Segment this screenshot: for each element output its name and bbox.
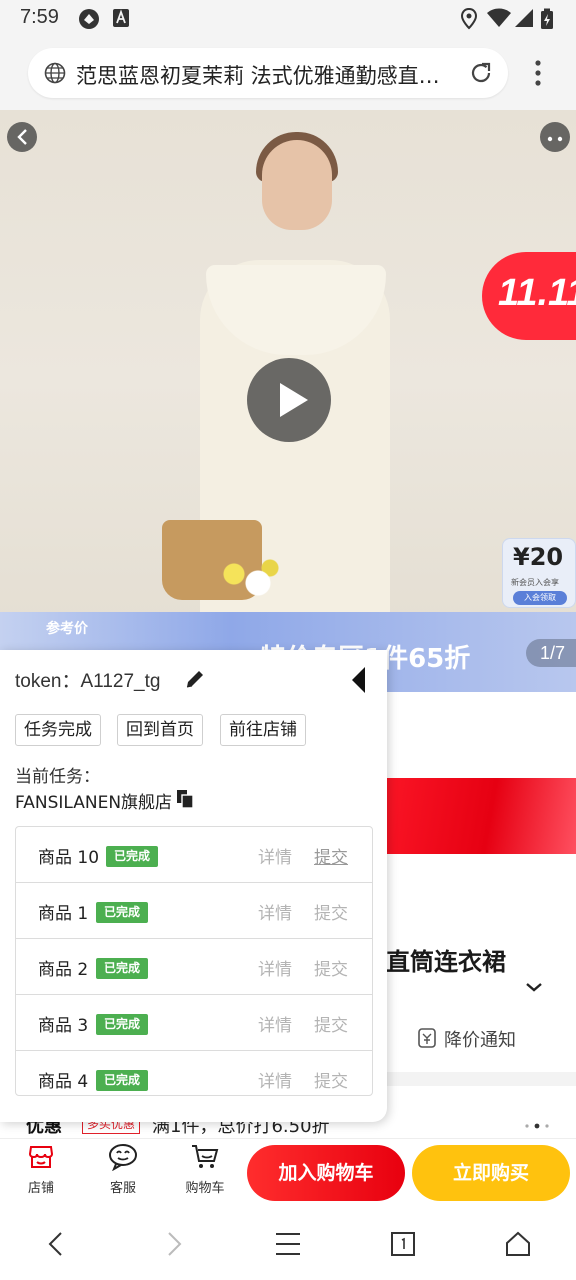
token-row: token：A1127_tg [15, 666, 160, 693]
location-icon [460, 8, 478, 30]
coupon-amount: ¥20 [513, 543, 564, 571]
nav-menu-icon[interactable] [274, 1230, 302, 1258]
edit-pencil-icon[interactable] [184, 668, 206, 690]
detail-link[interactable]: 详情 [258, 955, 292, 980]
detail-link[interactable]: 详情 [258, 843, 292, 868]
model-face [262, 140, 332, 230]
current-task-value: FANSILANEN旗舰店 [15, 793, 173, 813]
coupon-join-button[interactable]: 入会领取 [513, 591, 567, 605]
promo-banner[interactable] [360, 778, 576, 854]
status-badge: 已完成 [96, 958, 149, 979]
token-value: A1127_tg [80, 671, 161, 692]
detail-link[interactable]: 详情 [258, 1067, 292, 1092]
current-task-label: 当前任务： [15, 767, 100, 787]
shop-tab[interactable]: 店铺 [11, 1143, 71, 1196]
cart-label: 购物车 [185, 1181, 225, 1196]
purchase-action-bar: 店铺 客服 购物车 加入购物车 立即购买 [0, 1138, 576, 1208]
product-media[interactable]: 11.11 ¥20 新会员入会享 入会领取 [0, 110, 576, 650]
app-logo-icon [79, 9, 99, 29]
carousel-dots-icon [525, 1123, 549, 1129]
task-panel: token：A1127_tg 任务完成 回到首页 前往店铺 当前任务： FANS… [0, 650, 387, 1122]
task-list: 商品 10 已完成 详情 提交 商品 1 已完成 详情 提交 商品 2 已完成 … [15, 826, 373, 1096]
task-row: 商品 10 已完成 详情 提交 [16, 827, 372, 883]
status-time: 7:59 [20, 6, 59, 28]
task-name: 商品 2 [38, 960, 89, 980]
status-badge: 已完成 [96, 1070, 149, 1091]
double-eleven-text: 11.11 [498, 272, 576, 314]
task-name: 商品 1 [38, 904, 89, 924]
add-to-cart-button[interactable]: 加入购物车 [247, 1145, 405, 1201]
task-row: 商品 4 已完成 详情 提交 [16, 1051, 372, 1095]
play-video-button[interactable] [247, 358, 331, 442]
shop-label: 店铺 [27, 1181, 54, 1196]
reload-icon[interactable] [468, 60, 494, 86]
task-name: 商品 3 [38, 1016, 89, 1036]
globe-icon [44, 62, 66, 84]
cart-tab[interactable]: 购物车 [175, 1143, 235, 1196]
browser-toolbar: 范思蓝恩初夏茉莉 法式优雅通勤感直… [0, 36, 576, 110]
submit-link[interactable]: 提交 [314, 955, 348, 980]
copy-icon[interactable] [176, 789, 194, 809]
task-row: 商品 3 已完成 详情 提交 [16, 995, 372, 1051]
more-dots-icon [547, 136, 563, 142]
coupon-caption: 新会员入会享 [511, 578, 559, 587]
url-text[interactable]: 范思蓝恩初夏茉莉 法式优雅通勤感直… [76, 60, 456, 90]
double-eleven-badge[interactable]: 11.11 [482, 252, 576, 340]
status-bar: 7:59 [0, 0, 576, 36]
status-badge: 已完成 [96, 1014, 149, 1035]
flower-bouquet [210, 550, 290, 610]
service-label: 客服 [109, 1181, 136, 1196]
back-button[interactable] [7, 122, 37, 152]
signal-icon [515, 9, 533, 27]
price-alert-icon[interactable] [416, 1026, 438, 1050]
task-name: 商品 4 [38, 1072, 89, 1092]
system-nav-bar [0, 1208, 576, 1280]
nav-home-icon[interactable] [504, 1230, 532, 1258]
detail-link[interactable]: 详情 [258, 1011, 292, 1036]
notification-a-icon [113, 9, 129, 27]
token-label: token： [15, 671, 81, 692]
nav-tabs-icon[interactable] [390, 1230, 416, 1258]
customer-service-tab[interactable]: 客服 [93, 1143, 153, 1196]
submit-link[interactable]: 提交 [314, 1011, 348, 1036]
status-badge: 已完成 [96, 902, 149, 923]
detail-link[interactable]: 详情 [258, 899, 292, 924]
nav-forward-icon[interactable] [162, 1230, 186, 1258]
image-page-indicator: 1/7 [526, 639, 576, 667]
more-button[interactable] [540, 122, 570, 152]
chevron-left-icon [17, 129, 27, 145]
buy-now-button[interactable]: 立即购买 [412, 1145, 570, 1201]
cart-icon [192, 1145, 219, 1168]
collapse-panel-icon[interactable] [350, 666, 368, 694]
shop-icon [28, 1146, 54, 1168]
chevron-down-icon[interactable] [524, 980, 544, 994]
more-menu-icon[interactable] [528, 60, 548, 86]
reference-price-label: 参考价 [46, 621, 88, 637]
task-row: 商品 2 已完成 详情 提交 [16, 939, 372, 995]
wifi-icon [487, 8, 511, 27]
submit-link[interactable]: 提交 [314, 843, 348, 868]
price-alert-label[interactable]: 降价通知 [444, 1026, 516, 1052]
submit-link[interactable]: 提交 [314, 899, 348, 924]
status-badge: 已完成 [106, 846, 159, 867]
submit-link[interactable]: 提交 [314, 1067, 348, 1092]
member-coupon[interactable]: ¥20 新会员入会享 入会领取 [502, 538, 576, 608]
address-bar[interactable]: 范思蓝恩初夏茉莉 法式优雅通勤感直… [28, 48, 508, 98]
back-home-button[interactable]: 回到首页 [117, 714, 203, 746]
battery-icon [541, 8, 553, 29]
chat-service-icon [109, 1144, 137, 1172]
go-to-store-button[interactable]: 前往店铺 [220, 714, 306, 746]
task-name: 商品 10 [38, 848, 100, 868]
nav-back-icon[interactable] [44, 1230, 68, 1258]
product-title: 直筒连衣裙 [386, 948, 506, 976]
task-complete-button[interactable]: 任务完成 [15, 714, 101, 746]
play-icon [280, 383, 308, 417]
task-row: 商品 1 已完成 详情 提交 [16, 883, 372, 939]
